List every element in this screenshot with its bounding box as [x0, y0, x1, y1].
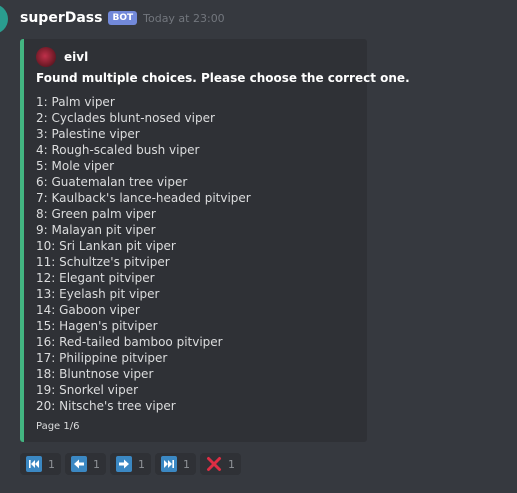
reaction-bar: 1 1 1 1 1	[20, 453, 241, 475]
choice-item: 3: Palestine viper	[36, 127, 140, 141]
reaction-close[interactable]: 1	[200, 453, 241, 475]
choice-item: 2: Cyclades blunt-nosed viper	[36, 111, 215, 125]
reaction-next-page[interactable]: 1	[110, 453, 151, 475]
avatar[interactable]	[0, 4, 8, 34]
username[interactable]: superDass	[20, 10, 102, 26]
reaction-count: 1	[138, 457, 145, 471]
choice-item: 14: Gaboon viper	[36, 303, 140, 317]
first-page-icon	[26, 456, 42, 472]
next-page-icon	[116, 456, 132, 472]
reaction-count: 1	[48, 457, 55, 471]
choice-item: 17: Philippine pitviper	[36, 351, 168, 365]
choice-item: 10: Sri Lankan pit viper	[36, 239, 176, 253]
message-header: superDass BOT Today at 23:00	[20, 8, 225, 28]
choice-item: 5: Mole viper	[36, 159, 115, 173]
choice-item: 15: Hagen's pitviper	[36, 319, 158, 333]
choice-item: 11: Schultze's pitviper	[36, 255, 170, 269]
reaction-count: 1	[183, 457, 190, 471]
choice-item: 16: Red-tailed bamboo pitviper	[36, 335, 223, 349]
reaction-previous-page[interactable]: 1	[65, 453, 106, 475]
close-icon	[206, 456, 222, 472]
embed-author: eivl	[36, 47, 88, 67]
choice-list: 1: Palm viper 2: Cyclades blunt-nosed vi…	[36, 94, 251, 414]
reaction-count: 1	[93, 457, 100, 471]
reaction-first-page[interactable]: 1	[20, 453, 61, 475]
choice-item: 6: Guatemalan tree viper	[36, 175, 188, 189]
timestamp: Today at 23:00	[143, 11, 225, 25]
reaction-last-page[interactable]: 1	[155, 453, 196, 475]
choice-item: 9: Malayan pit viper	[36, 223, 156, 237]
choice-item: 20: Nitsche's tree viper	[36, 399, 176, 413]
author-name: eivl	[64, 50, 89, 64]
embed-title: Found multiple choices. Please choose th…	[36, 71, 410, 85]
choice-item: 4: Rough-scaled bush viper	[36, 143, 200, 157]
embed: eivl Found multiple choices. Please choo…	[20, 39, 410, 442]
last-page-icon	[161, 456, 177, 472]
embed-footer: Page 1/6	[36, 421, 80, 432]
reaction-count: 1	[228, 457, 235, 471]
author-avatar	[36, 47, 56, 67]
choice-item: 13: Eyelash pit viper	[36, 287, 160, 301]
choice-item: 7: Kaulback's lance-headed pitviper	[36, 191, 251, 205]
choice-item: 18: Bluntnose viper	[36, 367, 154, 381]
bot-badge: BOT	[108, 11, 138, 25]
choice-item: 1: Palm viper	[36, 95, 115, 109]
choice-item: 8: Green palm viper	[36, 207, 156, 221]
choice-item: 12: Elegant pitviper	[36, 271, 155, 285]
previous-page-icon	[71, 456, 87, 472]
choice-item: 19: Snorkel viper	[36, 383, 139, 397]
